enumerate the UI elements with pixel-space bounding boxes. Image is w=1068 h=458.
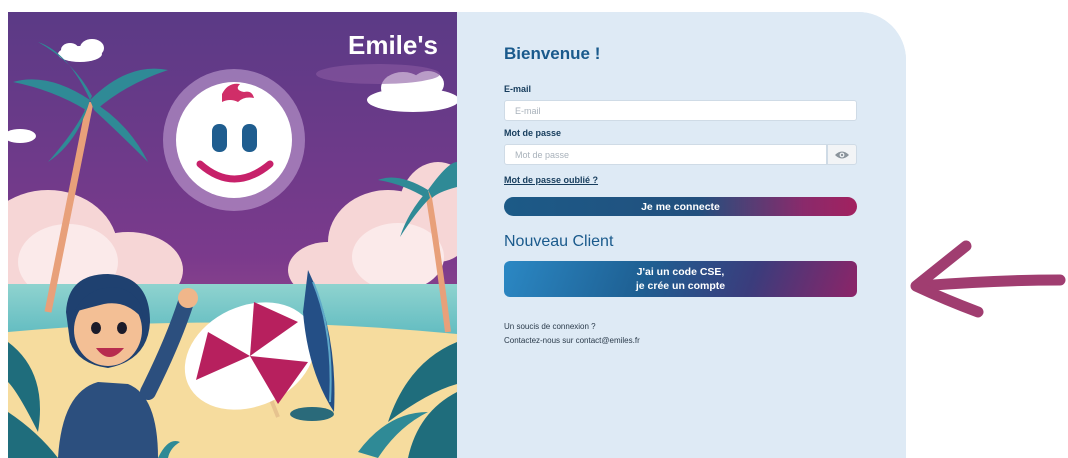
cse-button-line2: je crée un compte	[635, 280, 726, 292]
email-label: E-mail	[504, 84, 532, 94]
forgot-password-link[interactable]: Mot de passe oublié ?	[504, 175, 598, 185]
illustration-scene: Emile's	[8, 12, 457, 458]
password-field[interactable]	[504, 144, 827, 165]
welcome-heading: Bienvenue !	[504, 44, 601, 63]
password-label: Mot de passe	[504, 128, 562, 138]
eye-icon	[835, 151, 849, 158]
login-panel: Bienvenue ! E-mail Mot de passe Mot de p…	[457, 12, 906, 458]
login-button[interactable]: Je me connecte	[504, 197, 857, 216]
new-client-heading: Nouveau Client	[504, 233, 614, 250]
show-password-button[interactable]	[827, 144, 857, 165]
arrow-left-icon	[910, 240, 1066, 318]
help-contact-text: Contactez-nous sur contact@emiles.fr	[504, 336, 640, 345]
brand-logo: Emile's	[348, 30, 438, 60]
cse-button-line1: J'ai un code CSE,	[636, 266, 725, 278]
beach-illustration: Emile's	[8, 12, 457, 458]
login-card: Emile's Bienvenue ! E-mail Mot de passe …	[8, 12, 906, 458]
help-text-line1: Un soucis de connexion ?	[504, 322, 596, 331]
email-field[interactable]	[504, 100, 857, 121]
create-account-cse-button[interactable]: J'ai un code CSE, je crée un compte	[504, 261, 857, 297]
